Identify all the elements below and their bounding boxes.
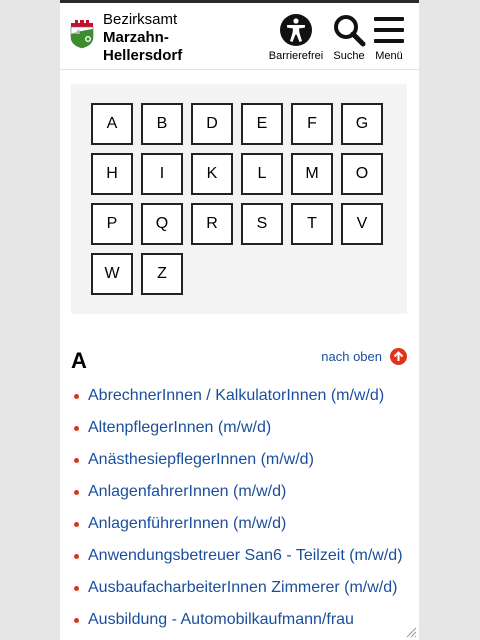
- letter-link-z[interactable]: Z: [141, 253, 183, 295]
- letter-link-f[interactable]: F: [291, 103, 333, 145]
- job-link[interactable]: Anwendungsbetreuer San6 - Teilzeit (m/w/…: [88, 547, 403, 564]
- bullet-icon: [74, 618, 79, 623]
- list-item: AltenpflegerInnen (m/w/d): [71, 416, 411, 448]
- letter-link-q[interactable]: Q: [141, 203, 183, 245]
- bullet-icon: [74, 458, 79, 463]
- back-to-top-link[interactable]: nach oben: [321, 348, 407, 365]
- bullet-icon: [74, 490, 79, 495]
- menu-button[interactable]: Menü: [371, 13, 407, 62]
- letter-link-a[interactable]: A: [91, 103, 133, 145]
- bullet-icon: [74, 394, 79, 399]
- accessibility-button[interactable]: Barrierefrei: [266, 13, 326, 62]
- list-item: Anwendungsbetreuer San6 - Teilzeit (m/w/…: [71, 544, 411, 576]
- bullet-icon: [74, 554, 79, 559]
- job-link[interactable]: AltenpflegerInnen (m/w/d): [88, 419, 271, 436]
- accessibility-icon: [280, 14, 312, 46]
- accessibility-label: Barrierefrei: [268, 50, 324, 62]
- coat-of-arms-logo[interactable]: [69, 17, 95, 49]
- menu-label: Menü: [375, 50, 403, 62]
- search-button[interactable]: Suche: [329, 13, 369, 62]
- letter-link-k[interactable]: K: [191, 153, 233, 195]
- section-title: A: [71, 348, 87, 373]
- bullet-icon: [74, 426, 79, 431]
- list-item: Ausbildung - Automobilkaufmann/frau: [71, 608, 411, 640]
- letter-link-i[interactable]: I: [141, 153, 183, 195]
- letter-link-p[interactable]: P: [91, 203, 133, 245]
- list-item: AusbaufacharbeiterInnen Zimmerer (m/w/d): [71, 576, 411, 608]
- brand-line-1: Bezirksamt: [103, 11, 178, 28]
- browser-viewport: Bezirksamt Marzahn- Hellersdorf Barriere…: [60, 0, 419, 640]
- search-icon: [334, 15, 366, 47]
- job-list: AbrechnerInnen / KalkulatorInnen (m/w/d)…: [71, 384, 411, 640]
- back-to-top-label: nach oben: [321, 349, 382, 364]
- job-link[interactable]: AnlagenführerInnen (m/w/d): [88, 515, 286, 532]
- letter-link-h[interactable]: H: [91, 153, 133, 195]
- job-link[interactable]: AusbaufacharbeiterInnen Zimmerer (m/w/d): [88, 579, 397, 596]
- alphabet-filter: A B D E F G H I K L M O P Q R S T V W Z: [71, 84, 407, 314]
- job-link[interactable]: AnlagenfahrerInnen (m/w/d): [88, 483, 286, 500]
- list-item: AbrechnerInnen / KalkulatorInnen (m/w/d): [71, 384, 411, 416]
- letter-link-w[interactable]: W: [91, 253, 133, 295]
- site-header: Bezirksamt Marzahn- Hellersdorf Barriere…: [60, 3, 419, 70]
- section-header-a: A nach oben: [71, 346, 407, 374]
- letter-link-r[interactable]: R: [191, 203, 233, 245]
- job-link[interactable]: AnästhesiepflegerInnen (m/w/d): [88, 451, 314, 468]
- letter-link-l[interactable]: L: [241, 153, 283, 195]
- bullet-icon: [74, 522, 79, 527]
- letter-link-t[interactable]: T: [291, 203, 333, 245]
- arrow-up-icon: [390, 348, 407, 365]
- letter-link-b[interactable]: B: [141, 103, 183, 145]
- brand-line-3: Hellersdorf: [103, 47, 183, 64]
- letter-link-s[interactable]: S: [241, 203, 283, 245]
- letter-link-o[interactable]: O: [341, 153, 383, 195]
- site-title[interactable]: Bezirksamt Marzahn- Hellersdorf: [103, 11, 182, 65]
- list-item: AnästhesiepflegerInnen (m/w/d): [71, 448, 411, 480]
- list-item: AnlagenführerInnen (m/w/d): [71, 512, 411, 544]
- job-link[interactable]: AbrechnerInnen / KalkulatorInnen (m/w/d): [88, 387, 384, 404]
- list-item: AnlagenfahrerInnen (m/w/d): [71, 480, 411, 512]
- letter-link-d[interactable]: D: [191, 103, 233, 145]
- resize-handle-icon[interactable]: [405, 626, 417, 638]
- letter-link-m[interactable]: M: [291, 153, 333, 195]
- brand-line-2: Marzahn-: [103, 29, 169, 46]
- letter-link-v[interactable]: V: [341, 203, 383, 245]
- bullet-icon: [74, 586, 79, 591]
- letter-link-e[interactable]: E: [241, 103, 283, 145]
- search-label: Suche: [333, 50, 365, 62]
- job-link[interactable]: Ausbildung - Automobilkaufmann/frau: [88, 611, 354, 628]
- letter-link-g[interactable]: G: [341, 103, 383, 145]
- menu-icon: [374, 17, 404, 43]
